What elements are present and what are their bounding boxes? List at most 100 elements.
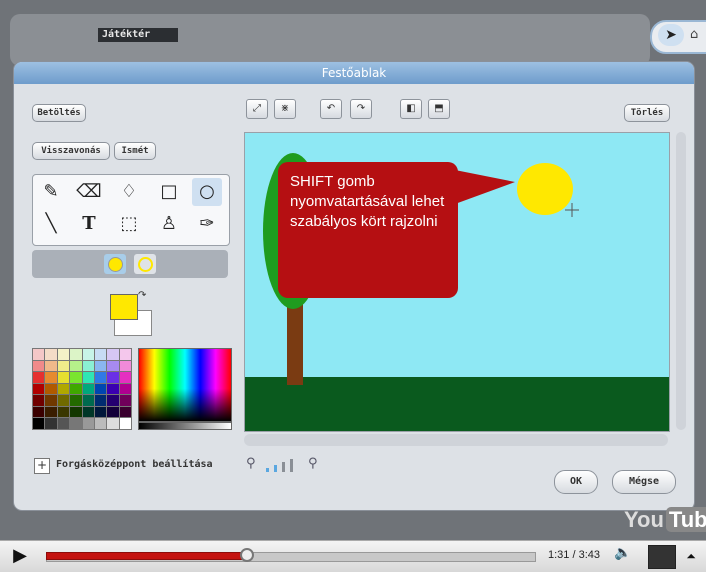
volume-icon[interactable]: 🔈 <box>614 545 631 561</box>
palette-color-swatch[interactable] <box>70 372 82 383</box>
ok-button[interactable]: OK <box>554 470 598 494</box>
horizontal-scrollbar[interactable] <box>244 434 668 446</box>
vertical-scrollbar[interactable] <box>676 132 686 430</box>
palette-color-swatch[interactable] <box>107 349 119 360</box>
palette-color-swatch[interactable] <box>94 360 107 372</box>
stamp-tool-icon[interactable]: ♙ <box>154 210 184 238</box>
palette-color-swatch[interactable] <box>107 383 119 395</box>
line-icon[interactable]: ╲ <box>36 210 66 238</box>
palette-color-swatch[interactable] <box>119 383 131 395</box>
palette-color-swatch[interactable] <box>94 349 107 360</box>
color-spectrum[interactable] <box>138 348 232 422</box>
play-icon[interactable]: ▶ <box>6 545 34 567</box>
palette-color-swatch[interactable] <box>45 360 57 372</box>
text-icon[interactable]: T <box>74 210 104 238</box>
zoom-level-bars[interactable] <box>264 458 304 472</box>
palette-color-swatch[interactable] <box>45 395 57 406</box>
rotate-right-icon[interactable]: ↷ <box>350 99 372 119</box>
scrubber-handle[interactable] <box>239 548 254 562</box>
palette-color-swatch[interactable] <box>57 395 70 406</box>
redo-button[interactable]: Ismét <box>114 142 156 160</box>
brush-icon[interactable]: ✎ <box>36 178 66 206</box>
swap-colors-icon[interactable]: ↷ <box>138 290 146 301</box>
flip-horizontal-icon[interactable]: ◧ <box>400 99 422 119</box>
palette-color-swatch[interactable] <box>33 360 45 372</box>
grow-icon[interactable]: ⤢ <box>246 99 268 119</box>
fullscreen-icon[interactable]: ⏶ <box>680 545 702 567</box>
palette-color-swatch[interactable] <box>57 360 70 372</box>
cancel-button[interactable]: Mégse <box>612 470 676 494</box>
palette-color-swatch[interactable] <box>45 372 57 383</box>
shrink-icon[interactable]: ⋇ <box>274 99 296 119</box>
palette-color-swatch[interactable] <box>119 360 131 372</box>
palette-color-swatch[interactable] <box>107 418 119 429</box>
stamp-icon[interactable]: ⌂ <box>690 24 706 46</box>
palette-color-swatch[interactable] <box>82 406 94 418</box>
palette-color-swatch[interactable] <box>45 383 57 395</box>
palette-color-swatch[interactable] <box>107 372 119 383</box>
palette-color-swatch[interactable] <box>119 372 131 383</box>
load-button[interactable]: Betöltés <box>32 104 86 122</box>
palette-color-swatch[interactable] <box>45 406 57 418</box>
color-palette[interactable] <box>32 348 132 430</box>
palette-color-swatch[interactable] <box>94 406 107 418</box>
palette-color-swatch[interactable] <box>119 406 131 418</box>
palette-color-swatch[interactable] <box>57 406 70 418</box>
palette-color-swatch[interactable] <box>82 395 94 406</box>
palette-color-swatch[interactable] <box>82 383 94 395</box>
select-icon[interactable]: ⬚ <box>114 210 144 238</box>
youtube-logo: YouTube <box>624 504 706 536</box>
palette-color-swatch[interactable] <box>119 349 131 360</box>
zoom-out-icon[interactable]: ⚲ <box>246 456 256 471</box>
rotation-center-label[interactable]: Forgásközéppont beállítása <box>56 459 213 470</box>
palette-color-swatch[interactable] <box>57 383 70 395</box>
cursor-icon[interactable]: ➤ <box>658 24 684 46</box>
undo-button[interactable]: Visszavonás <box>32 142 110 160</box>
palette-color-swatch[interactable] <box>94 395 107 406</box>
palette-color-swatch[interactable] <box>107 395 119 406</box>
palette-color-swatch[interactable] <box>33 418 45 429</box>
palette-color-swatch[interactable] <box>70 360 82 372</box>
palette-color-swatch[interactable] <box>119 418 131 429</box>
rotate-left-icon[interactable]: ↶ <box>320 99 342 119</box>
palette-color-swatch[interactable] <box>45 349 57 360</box>
rotation-center-plus-icon[interactable]: + <box>34 458 50 474</box>
palette-color-swatch[interactable] <box>82 418 94 429</box>
palette-color-swatch[interactable] <box>33 372 45 383</box>
palette-color-swatch[interactable] <box>107 406 119 418</box>
clear-button[interactable]: Törlés <box>624 104 670 122</box>
palette-color-swatch[interactable] <box>82 372 94 383</box>
palette-color-swatch[interactable] <box>70 395 82 406</box>
rectangle-icon[interactable]: □ <box>154 178 184 206</box>
grayscale-bar[interactable] <box>138 422 232 430</box>
eraser-icon[interactable]: ⌫ <box>74 178 104 206</box>
palette-color-swatch[interactable] <box>94 372 107 383</box>
palette-color-swatch[interactable] <box>33 349 45 360</box>
palette-color-swatch[interactable] <box>57 418 70 429</box>
flip-vertical-icon[interactable]: ⬒ <box>428 99 450 119</box>
palette-color-swatch[interactable] <box>70 418 82 429</box>
solid-fill-option[interactable] <box>104 254 126 274</box>
palette-color-swatch[interactable] <box>33 383 45 395</box>
palette-color-swatch[interactable] <box>107 360 119 372</box>
palette-color-swatch[interactable] <box>94 418 107 429</box>
palette-color-swatch[interactable] <box>45 418 57 429</box>
palette-color-swatch[interactable] <box>70 383 82 395</box>
player-size-icon[interactable] <box>648 545 676 569</box>
palette-color-swatch[interactable] <box>33 395 45 406</box>
eyedropper-icon[interactable]: ✑ <box>192 210 222 238</box>
palette-color-swatch[interactable] <box>57 349 70 360</box>
palette-color-swatch[interactable] <box>82 349 94 360</box>
palette-color-swatch[interactable] <box>33 406 45 418</box>
zoom-in-icon[interactable]: ⚲ <box>308 456 318 471</box>
palette-color-swatch[interactable] <box>70 406 82 418</box>
ellipse-icon[interactable]: ○ <box>192 178 222 206</box>
palette-color-swatch[interactable] <box>57 372 70 383</box>
palette-color-swatch[interactable] <box>94 383 107 395</box>
outline-fill-option[interactable] <box>134 254 156 274</box>
palette-color-swatch[interactable] <box>82 360 94 372</box>
palette-color-swatch[interactable] <box>119 395 131 406</box>
foreground-color-swatch[interactable] <box>110 294 138 320</box>
fill-bucket-icon[interactable]: ♢ <box>114 178 144 206</box>
palette-color-swatch[interactable] <box>70 349 82 360</box>
